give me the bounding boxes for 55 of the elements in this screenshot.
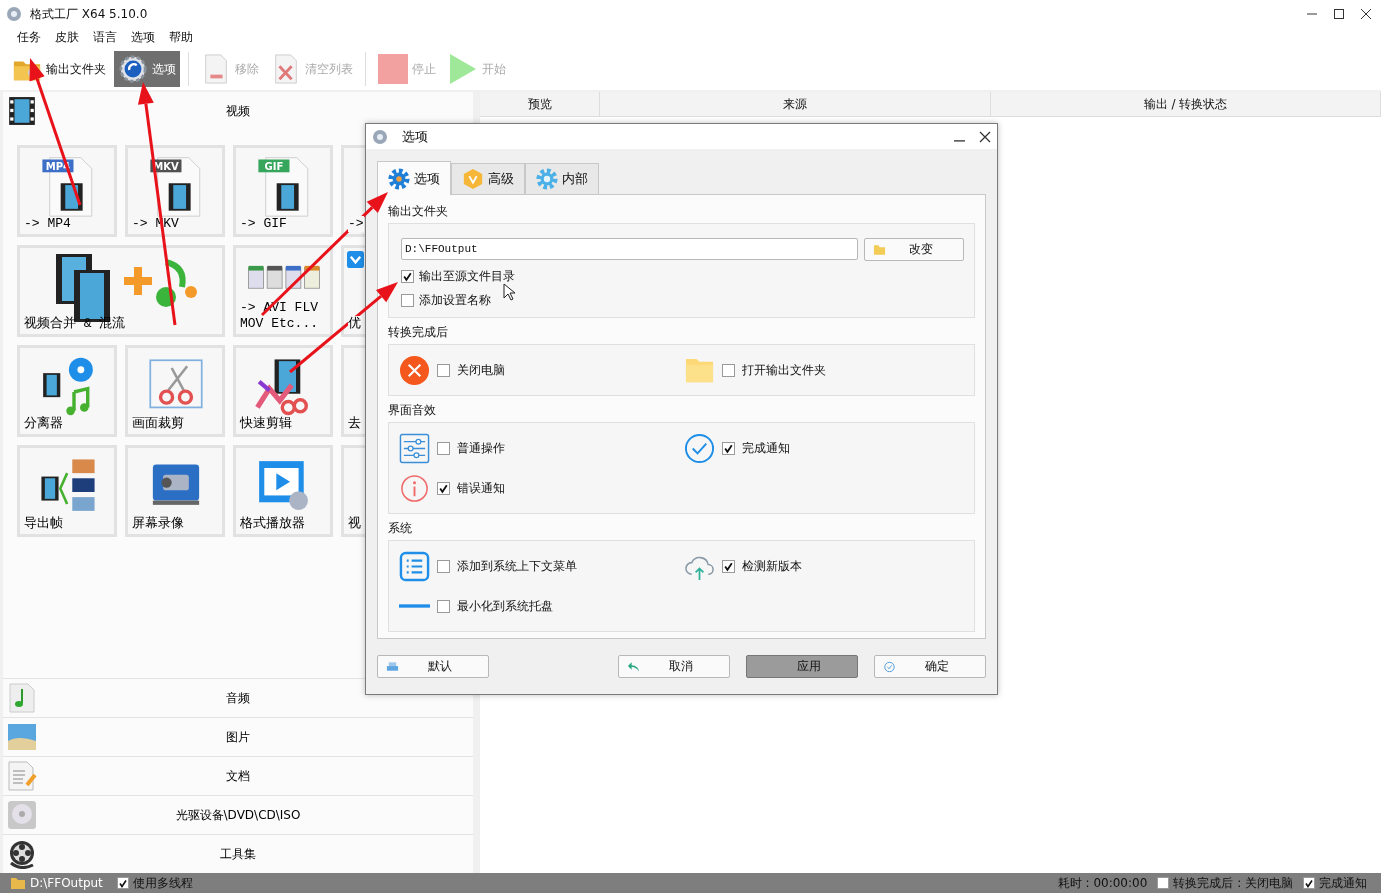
output-path: D:\FFOutput bbox=[30, 876, 103, 890]
tool-tile[interactable]: 分离器 bbox=[17, 345, 117, 437]
dialog-button[interactable]: 确定 bbox=[874, 655, 986, 678]
dialog-title: 选项 bbox=[402, 127, 428, 146]
checkbox-label: 错误通知 bbox=[457, 479, 505, 497]
section-heading: 输出文件夹 bbox=[388, 204, 449, 218]
menu-item[interactable]: 皮肤 bbox=[55, 28, 79, 46]
category-header[interactable]: 光驱设备\DVD\CD\ISO bbox=[3, 796, 473, 834]
tab[interactable]: 选项 bbox=[377, 161, 451, 195]
tab[interactable]: 高级 bbox=[451, 163, 525, 194]
category-header[interactable]: 文档 bbox=[3, 757, 473, 795]
path-field[interactable]: D:\FFOutput bbox=[401, 238, 858, 260]
tool-tile[interactable]: 屏幕录像 bbox=[125, 445, 225, 537]
tool-tile[interactable]: -> bbox=[341, 145, 365, 237]
menu-item[interactable]: 语言 bbox=[93, 28, 117, 46]
checkbox-label: 最小化到系统托盘 bbox=[457, 597, 553, 615]
checkbox-label: 关闭电脑 bbox=[457, 361, 505, 379]
section-heading: 界面音效 bbox=[388, 403, 437, 417]
checkbox-label: 完成通知 bbox=[742, 439, 790, 457]
dialog-button[interactable]: 取消 bbox=[618, 655, 730, 678]
checkbox-label: 转换完成后 : 关闭电脑 bbox=[1173, 874, 1293, 892]
tool-tile[interactable]: 优 bbox=[341, 245, 365, 337]
checkbox-label: 使用多线程 bbox=[132, 874, 193, 892]
column-header[interactable]: 输出 / 转换状态 bbox=[991, 92, 1381, 116]
category-header[interactable]: 音频 bbox=[3, 679, 473, 717]
tool-tile[interactable]: 导出帧 bbox=[17, 445, 117, 537]
section-heading: 系统 bbox=[388, 521, 413, 535]
menu-item[interactable]: 帮助 bbox=[169, 28, 193, 46]
category-header[interactable]: 图片 bbox=[3, 718, 473, 756]
dialog-button[interactable]: 默认 bbox=[377, 655, 489, 678]
tool-tile[interactable]: GIF -> GIF bbox=[233, 145, 333, 237]
checkbox-label: 添加设置名称 bbox=[419, 291, 491, 309]
menu-item[interactable]: 选项 bbox=[131, 28, 155, 46]
elapsed-time: 耗时 : 00:00:00 bbox=[1057, 874, 1148, 892]
category-header[interactable]: 工具集 bbox=[3, 835, 473, 873]
checkbox-label: 普通操作 bbox=[457, 439, 505, 457]
column-header[interactable]: 来源 bbox=[600, 92, 991, 116]
dialog-button[interactable]: 应用 bbox=[746, 655, 858, 678]
tool-tile[interactable]: 去 bbox=[341, 345, 365, 437]
tab[interactable]: 内部 bbox=[525, 163, 599, 194]
menu-item[interactable]: 任务 bbox=[17, 28, 41, 46]
checkbox-label: 完成通知 bbox=[1319, 874, 1367, 892]
section-heading: 转换完成后 bbox=[388, 325, 449, 339]
checkbox-label: 输出至源文件目录 bbox=[419, 267, 515, 285]
checkbox-label: 检测新版本 bbox=[742, 557, 802, 575]
tool-tile[interactable]: 快速剪辑 bbox=[233, 345, 333, 437]
tool-tile[interactable]: 视 bbox=[341, 445, 365, 537]
checkbox-label: 打开输出文件夹 bbox=[742, 361, 826, 379]
tool-tile[interactable]: 格式播放器 bbox=[233, 445, 333, 537]
checkbox-label: 添加到系统上下文菜单 bbox=[457, 557, 577, 575]
column-header[interactable]: 预览 bbox=[480, 92, 600, 116]
tool-tile[interactable]: 画面裁剪 bbox=[125, 345, 225, 437]
window-title: 格式工厂 X64 5.10.0 bbox=[30, 5, 148, 23]
change-button[interactable]: 改变 bbox=[864, 238, 964, 261]
toolbar-button[interactable]: 选项 bbox=[114, 51, 180, 87]
